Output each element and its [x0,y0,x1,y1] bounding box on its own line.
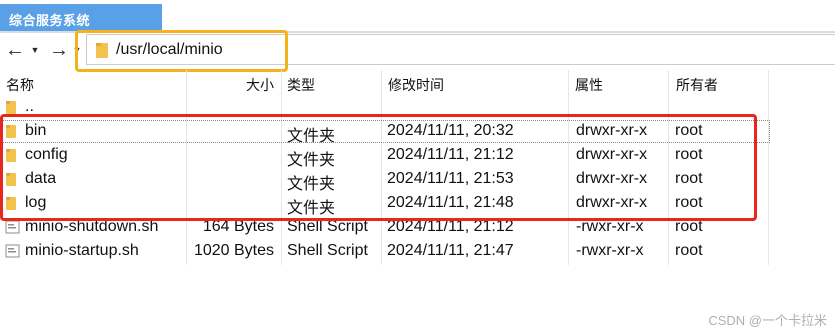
table-row[interactable]: bin 文件夹 2024/11/11, 20:32 drwxr-xr-x roo… [0,119,835,145]
row-owner: root [675,194,703,211]
column-header-owner[interactable]: 所有者 [676,75,718,95]
row-modified: 2024/11/11, 21:12 [387,146,514,163]
caret-down-icon: ▼ [72,45,82,55]
column-header-attributes[interactable]: 属性 [575,75,603,95]
row-modified: 2024/11/11, 21:53 [387,170,514,187]
row-type: Shell Script [287,218,368,235]
row-attributes: -rwxr-xr-x [576,218,644,235]
table-row[interactable]: minio-shutdown.sh 164 Bytes Shell Script… [0,215,835,239]
row-attributes: -rwxr-xr-x [576,242,644,259]
watermark: CSDN @一个卡拉米 [708,313,827,328]
row-name: .. [25,98,34,115]
row-size: 164 Bytes [202,218,274,235]
row-name: bin [25,122,47,139]
table-row[interactable]: data 文件夹 2024/11/11, 21:53 drwxr-xr-x ro… [0,167,835,193]
row-attributes: drwxr-xr-x [576,194,648,211]
path-address-bar[interactable]: /usr/local/minio [86,34,835,65]
folder-icon [5,99,17,120]
folder-icon [95,41,109,64]
row-owner: root [675,218,703,235]
forward-history-dropdown[interactable]: ▼ [72,39,82,61]
forward-button[interactable]: → [48,39,70,61]
arrow-right-icon: → [49,39,69,61]
path-text: /usr/local/minio [116,41,223,58]
row-owner: root [675,242,703,259]
script-file-icon [5,219,21,240]
row-modified: 2024/11/11, 21:12 [387,218,514,235]
script-file-icon [5,243,21,264]
folder-icon [5,171,17,192]
row-name: config [25,146,68,163]
table-header: 名称 大小 类型 修改时间 属性 所有者 [0,70,835,95]
table-row-parent[interactable]: .. [0,95,835,119]
column-header-name[interactable]: 名称 [6,75,34,95]
folder-icon [5,123,17,144]
row-modified: 2024/11/11, 20:32 [387,122,514,139]
table-row[interactable]: log 文件夹 2024/11/11, 21:48 drwxr-xr-x roo… [0,191,835,217]
row-modified: 2024/11/11, 21:47 [387,242,514,259]
column-header-modified[interactable]: 修改时间 [388,75,444,95]
window-title-tab[interactable]: 综合服务系统 [0,4,162,31]
row-name: minio-startup.sh [25,242,139,259]
folder-icon [5,195,17,216]
row-name: log [25,194,47,211]
column-header-size[interactable]: 大小 [190,75,274,95]
row-attributes: drwxr-xr-x [576,170,648,187]
arrow-left-icon: ← [5,39,25,61]
back-button[interactable]: ← [4,39,26,61]
navigation-bar: ← ▼ → ▼ /usr/local/minio [0,33,835,69]
row-name: minio-shutdown.sh [25,218,159,235]
table-row[interactable]: config 文件夹 2024/11/11, 21:12 drwxr-xr-x … [0,143,835,169]
row-owner: root [675,122,703,139]
row-attributes: drwxr-xr-x [576,146,648,163]
caret-down-icon: ▼ [30,45,40,55]
row-attributes: drwxr-xr-x [576,122,648,139]
row-type: Shell Script [287,242,368,259]
back-history-dropdown[interactable]: ▼ [29,39,41,61]
row-owner: root [675,146,703,163]
folder-icon [5,147,17,168]
row-owner: root [675,170,703,187]
row-name: data [25,170,57,187]
table-row[interactable]: minio-startup.sh 1020 Bytes Shell Script… [0,239,835,263]
column-header-type[interactable]: 类型 [287,75,315,95]
row-size: 1020 Bytes [193,242,274,259]
row-modified: 2024/11/11, 21:48 [387,194,514,211]
